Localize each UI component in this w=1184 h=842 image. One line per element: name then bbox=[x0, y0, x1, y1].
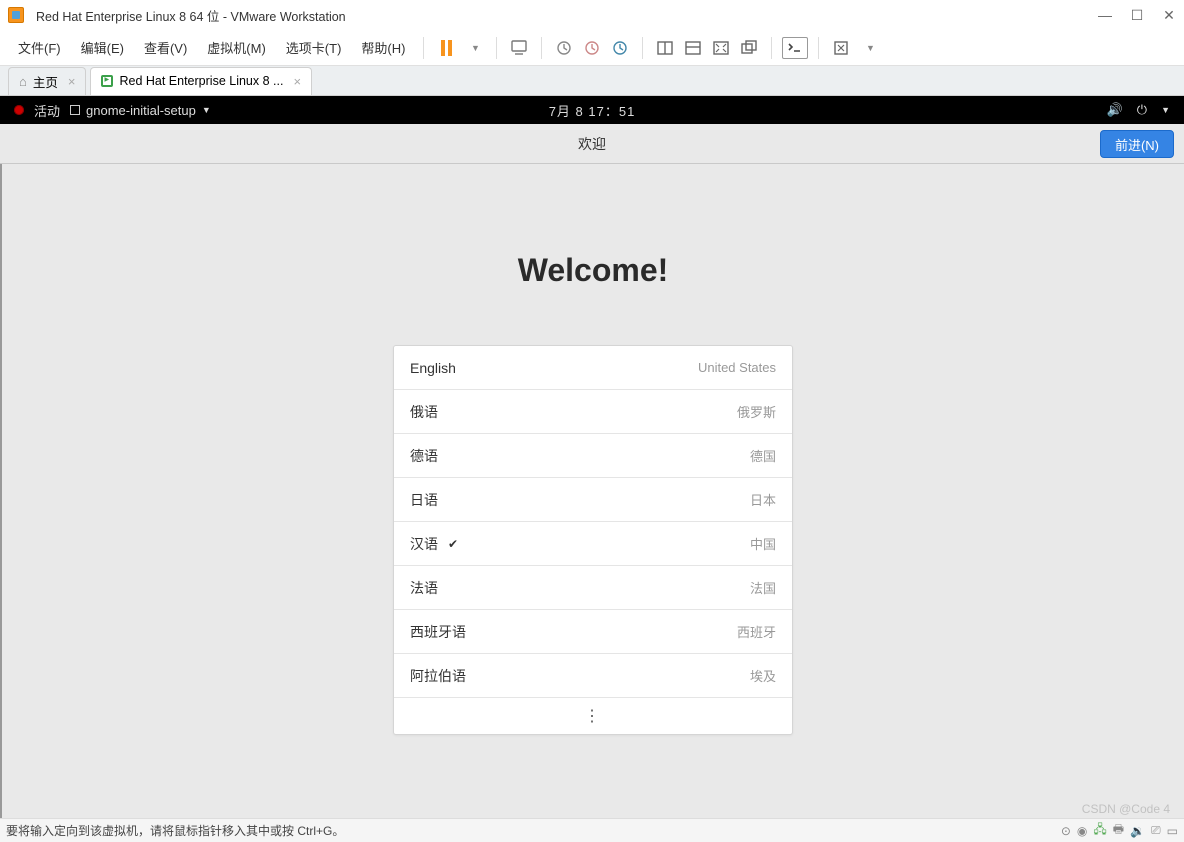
tab-home-label: 主页 bbox=[33, 72, 58, 91]
tab-home[interactable]: ⌂ 主页 × bbox=[8, 67, 86, 95]
window-titlebar: Red Hat Enterprise Linux 8 64 位 - VMware… bbox=[0, 0, 1184, 30]
welcome-page: Welcome! English United States 俄语 俄罗斯德语 德国日语… bbox=[0, 164, 1184, 818]
printer-icon[interactable]: 🖶 bbox=[1113, 820, 1124, 841]
menu-tabs[interactable]: 选项卡(T) bbox=[278, 34, 350, 61]
language-name: 俄语 bbox=[410, 402, 438, 422]
activities-button[interactable]: 活动 bbox=[34, 101, 60, 120]
fullscreen-button[interactable] bbox=[709, 36, 733, 60]
tab-vm[interactable]: Red Hat Enterprise Linux 8 ... × bbox=[90, 67, 312, 95]
more-languages-button[interactable]: ⋮ bbox=[394, 698, 792, 734]
language-name: 阿拉伯语 bbox=[410, 666, 466, 686]
separator bbox=[642, 37, 643, 59]
language-region: 日本 bbox=[750, 490, 776, 509]
minimize-button[interactable]: — bbox=[1098, 7, 1112, 24]
network-icon[interactable]: 🖧 bbox=[1093, 820, 1106, 841]
close-button[interactable]: ✕ bbox=[1162, 7, 1176, 24]
gnome-top-bar: 活动 gnome-initial-setup ▼ 7月 8 17：51 🔊 ⏻ … bbox=[0, 96, 1184, 124]
separator bbox=[496, 37, 497, 59]
view-single-button[interactable] bbox=[653, 36, 677, 60]
chevron-down-icon: ▼ bbox=[202, 105, 211, 115]
separator bbox=[423, 37, 424, 59]
chevron-down-icon: ▼ bbox=[1161, 105, 1170, 115]
separator bbox=[541, 37, 542, 59]
status-hint: 要将输入定向到该虚拟机，请将鼠标指针移入其中或按 Ctrl+G。 bbox=[6, 822, 344, 839]
tab-vm-label: Red Hat Enterprise Linux 8 ... bbox=[119, 74, 283, 88]
language-name: 汉语✔ bbox=[410, 534, 458, 554]
window-title: Red Hat Enterprise Linux 8 64 位 - VMware… bbox=[36, 6, 346, 25]
clock[interactable]: 7月 8 17：51 bbox=[549, 101, 636, 120]
vm-running-icon bbox=[101, 75, 113, 87]
menu-file[interactable]: 文件(F) bbox=[10, 34, 69, 61]
gnome-header-bar: 欢迎 前进(N) bbox=[0, 124, 1184, 164]
volume-icon[interactable]: 🔊 bbox=[1107, 102, 1123, 118]
disk-icon[interactable]: ⊙ bbox=[1061, 824, 1071, 838]
language-row[interactable]: 汉语✔ 中国 bbox=[394, 522, 792, 566]
app-menu-label: gnome-initial-setup bbox=[86, 103, 196, 118]
power-icon[interactable]: ⏻ bbox=[1137, 102, 1147, 118]
cd-icon[interactable]: ◉ bbox=[1077, 824, 1087, 838]
page-title: 欢迎 bbox=[578, 134, 606, 154]
language-row[interactable]: 德语 德国 bbox=[394, 434, 792, 478]
view-console-button[interactable] bbox=[681, 36, 705, 60]
menu-bar: 文件(F) 编辑(E) 查看(V) 虚拟机(M) 选项卡(T) 帮助(H) ▼ … bbox=[0, 30, 1184, 66]
language-name: English bbox=[410, 360, 456, 376]
separator bbox=[771, 37, 772, 59]
language-region: 埃及 bbox=[750, 666, 776, 685]
app-menu[interactable]: gnome-initial-setup ▼ bbox=[70, 103, 211, 118]
language-row[interactable]: 阿拉伯语 埃及 bbox=[394, 654, 792, 698]
snapshot-manager-button[interactable] bbox=[608, 36, 632, 60]
tab-close-icon[interactable]: × bbox=[68, 74, 76, 89]
language-region: United States bbox=[698, 360, 776, 375]
language-row[interactable]: 日语 日本 bbox=[394, 478, 792, 522]
next-button-label: 前进(N) bbox=[1115, 135, 1159, 154]
unity-button[interactable] bbox=[737, 36, 761, 60]
language-row[interactable]: 俄语 俄罗斯 bbox=[394, 390, 792, 434]
language-row[interactable]: 法语 法国 bbox=[394, 566, 792, 610]
language-list: English United States 俄语 俄罗斯德语 德国日语 日本汉语✔ 中国法语… bbox=[393, 345, 793, 735]
watermark: CSDN @Code 4 bbox=[1082, 802, 1170, 816]
menu-help[interactable]: 帮助(H) bbox=[353, 34, 413, 61]
stretch-dropdown[interactable]: ▼ bbox=[857, 36, 881, 60]
separator bbox=[818, 37, 819, 59]
maximize-button[interactable]: ☐ bbox=[1130, 7, 1144, 24]
tab-close-icon[interactable]: × bbox=[293, 74, 301, 89]
language-name: 西班牙语 bbox=[410, 622, 466, 642]
redhat-logo-icon bbox=[14, 105, 24, 115]
app-icon bbox=[70, 105, 80, 115]
snapshot-revert-button[interactable] bbox=[580, 36, 604, 60]
message-icon[interactable]: ▭ bbox=[1167, 824, 1178, 838]
language-region: 法国 bbox=[750, 578, 776, 597]
vmware-app-icon bbox=[8, 7, 24, 23]
menu-view[interactable]: 查看(V) bbox=[136, 34, 195, 61]
language-row[interactable]: 西班牙语 西班牙 bbox=[394, 610, 792, 654]
language-name: 法语 bbox=[410, 578, 438, 598]
language-name: 德语 bbox=[410, 446, 438, 466]
next-button[interactable]: 前进(N) bbox=[1100, 130, 1174, 158]
usb-icon[interactable]: ⎚ bbox=[1151, 823, 1161, 838]
stretch-guest-button[interactable] bbox=[829, 36, 853, 60]
language-row[interactable]: English United States bbox=[394, 346, 792, 390]
system-tray[interactable]: 🔊 ⏻ ▼ bbox=[1107, 102, 1170, 118]
language-region: 德国 bbox=[750, 446, 776, 465]
language-name: 日语 bbox=[410, 490, 438, 510]
home-icon: ⌂ bbox=[19, 74, 27, 89]
device-tray: ⊙ ◉ 🖧 🖶 🔉 ⎚ ▭ bbox=[1061, 820, 1178, 841]
language-region: 西班牙 bbox=[737, 622, 776, 641]
menu-vm[interactable]: 虚拟机(M) bbox=[199, 34, 274, 61]
send-ctrl-alt-del-button[interactable] bbox=[507, 36, 531, 60]
power-dropdown[interactable]: ▼ bbox=[462, 36, 486, 60]
vmware-status-bar: 要将输入定向到该虚拟机，请将鼠标指针移入其中或按 Ctrl+G。 ⊙ ◉ 🖧 🖶… bbox=[0, 818, 1184, 842]
console-view-button[interactable] bbox=[782, 37, 808, 59]
sound-icon[interactable]: 🔉 bbox=[1130, 824, 1145, 838]
tab-bar: ⌂ 主页 × Red Hat Enterprise Linux 8 ... × bbox=[0, 66, 1184, 96]
language-region: 俄罗斯 bbox=[737, 402, 776, 421]
snapshot-take-button[interactable] bbox=[552, 36, 576, 60]
welcome-heading: Welcome! bbox=[518, 252, 669, 289]
window-controls: — ☐ ✕ bbox=[1098, 7, 1176, 24]
menu-edit[interactable]: 编辑(E) bbox=[73, 34, 132, 61]
check-icon: ✔ bbox=[448, 537, 458, 551]
language-region: 中国 bbox=[750, 534, 776, 553]
pause-vm-button[interactable] bbox=[434, 36, 458, 60]
